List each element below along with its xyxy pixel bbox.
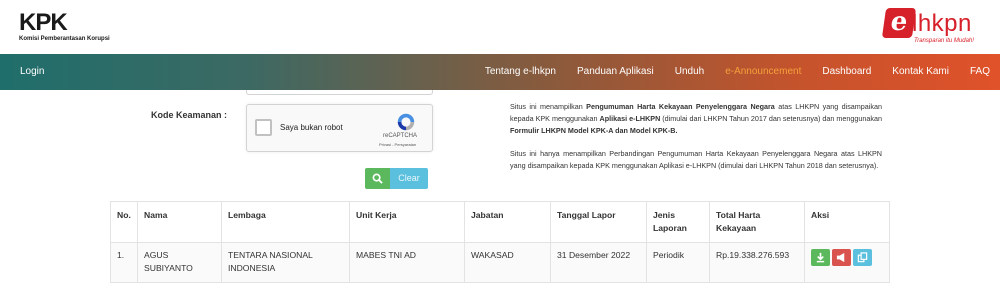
recaptcha-label: Saya bukan robot — [280, 123, 343, 132]
main-navbar: Login Tentang e-lhkpn Panduan Aplikasi U… — [0, 54, 1000, 90]
col-header-no: No. — [110, 201, 138, 243]
results-table: No. Nama Lembaga Unit Kerja Jabatan Tang… — [110, 201, 890, 283]
col-header-total-harta: Total Harta Kekayaan — [709, 201, 805, 243]
elhkpn-logo[interactable]: e lhkpn Transparan itu Mudah! — [881, 7, 988, 46]
elhkpn-tagline: Transparan itu Mudah! — [914, 38, 974, 44]
nav-link-dashboard[interactable]: Dashboard — [822, 66, 871, 77]
info-paragraph-1: Situs ini menampilkan Pengumuman Harta K… — [510, 102, 882, 136]
search-button[interactable] — [365, 168, 390, 189]
announce-icon — [836, 252, 845, 263]
table-row: 1. AGUS SUBIYANTO TENTARA NASIONAL INDON… — [110, 242, 890, 283]
cell-lembaga: TENTARA NASIONAL INDONESIA — [221, 242, 350, 283]
nav-link-tentang[interactable]: Tentang e-lhkpn — [485, 66, 556, 77]
col-header-nama: Nama — [137, 201, 222, 243]
kode-keamanan-label: Kode Keamanan : — [151, 110, 228, 120]
clear-button[interactable]: Clear — [390, 168, 428, 189]
nav-link-panduan[interactable]: Panduan Aplikasi — [577, 66, 654, 77]
recaptcha-checkbox[interactable] — [255, 119, 272, 136]
recaptcha-widget: Saya bukan robot reCAPTCHA Privasi - Per… — [246, 104, 433, 152]
download-button[interactable] — [811, 249, 830, 266]
nav-link-faq[interactable]: FAQ — [970, 66, 990, 77]
info-text: Situs ini menampilkan Pengumuman Harta K… — [510, 101, 882, 172]
nav-link-unduh[interactable]: Unduh — [675, 66, 704, 77]
elhkpn-logo-text: lhkpn — [912, 10, 972, 37]
cell-no: 1. — [110, 242, 138, 283]
info-paragraph-2: Situs ini hanya menampilkan Perbandingan… — [510, 148, 882, 170]
col-header-aksi: Aksi — [804, 201, 890, 243]
col-header-lembaga: Lembaga — [221, 201, 350, 243]
cell-nama: AGUS SUBIYANTO — [137, 242, 222, 283]
nav-links: Tentang e-lhkpn Panduan Aplikasi Unduh e… — [464, 66, 990, 77]
kpk-logo-mark: KPK — [19, 9, 68, 36]
cell-jenis-laporan: Periodik — [646, 242, 710, 283]
cell-unit-kerja: MABES TNI AD — [349, 242, 465, 283]
compare-icon — [857, 252, 868, 263]
nav-login-link[interactable]: Login — [20, 66, 44, 77]
compare-button[interactable] — [853, 249, 872, 266]
top-header: KPK Komisi Pemberantasan Korupsi e lhkpn… — [0, 0, 1000, 54]
recaptcha-brand: reCAPTCHA — [383, 133, 418, 139]
nav-link-e-announcement[interactable]: e-Announcement — [725, 66, 801, 77]
cell-aksi — [804, 242, 890, 283]
previous-input-field[interactable] — [246, 90, 433, 95]
search-icon — [372, 173, 383, 184]
cell-total-harta: Rp.19.338.276.593 — [709, 242, 805, 283]
download-icon — [816, 252, 825, 263]
kpk-logo-subtitle: Komisi Pemberantasan Korupsi — [19, 36, 110, 42]
cell-jabatan: WAKASAD — [464, 242, 551, 283]
col-header-tanggal-lapor: Tanggal Lapor — [550, 201, 647, 243]
table-header-row: No. Nama Lembaga Unit Kerja Jabatan Tang… — [110, 201, 890, 243]
nav-link-kontak[interactable]: Kontak Kami — [892, 66, 949, 77]
recaptcha-privacy[interactable]: Privasi - Persyaratan — [379, 142, 416, 147]
col-header-unit-kerja: Unit Kerja — [349, 201, 465, 243]
recaptcha-icon — [397, 113, 415, 131]
cell-tanggal-lapor: 31 Desember 2022 — [550, 242, 647, 283]
col-header-jenis-laporan: Jenis Laporan — [646, 201, 710, 243]
col-header-jabatan: Jabatan — [464, 201, 551, 243]
announcement-button[interactable] — [832, 249, 851, 266]
elhkpn-logo-e: e — [881, 7, 917, 38]
kpk-logo[interactable]: KPK Komisi Pemberantasan Korupsi — [19, 9, 129, 43]
